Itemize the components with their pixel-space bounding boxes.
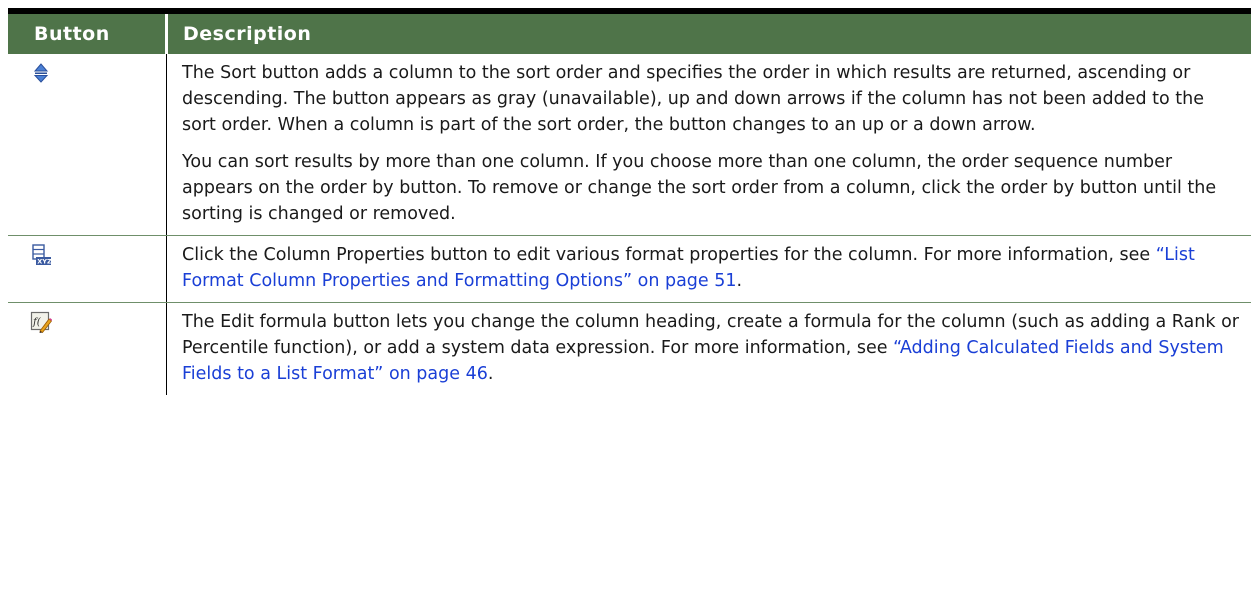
svg-text:f(: f( — [32, 317, 42, 328]
sort-arrows-icon — [33, 63, 49, 83]
table-row-column-properties: XYZ Click the Column Properties button t… — [8, 235, 1251, 303]
button-column-header: Button — [8, 14, 167, 54]
sort-description-paragraph-2: You can sort results by more than one co… — [182, 152, 1217, 224]
description-cell: The Edit formula button lets you change … — [166, 302, 1251, 395]
description-column-header: Description — [165, 14, 1251, 54]
icon-cell: f( — [8, 303, 167, 396]
table-row-sort: The Sort button adds a column to the sor… — [8, 54, 1251, 236]
description-cell: Click the Column Properties button to ed… — [166, 235, 1251, 303]
table-row-edit-formula: f( The Edit formula button lets you chan… — [8, 302, 1251, 396]
column-properties-description: Click the Column Properties button to ed… — [182, 242, 1241, 294]
icon-cell: XYZ — [8, 235, 167, 303]
trailing-period: . — [487, 364, 494, 384]
description-cell: The Sort button adds a column to the sor… — [166, 54, 1251, 236]
button-description-table-wrapper: Button Description The Sort button adds … — [8, 8, 1251, 395]
edit-formula-icon: f( — [30, 311, 52, 333]
edit-formula-description: The Edit formula button lets you change … — [182, 309, 1241, 387]
sort-description-paragraph-1: The Sort button adds a column to the sor… — [182, 63, 1205, 135]
icon-cell — [8, 54, 167, 236]
column-properties-text: Click the Column Properties button to ed… — [182, 245, 1156, 265]
svg-text:XYZ: XYZ — [37, 258, 52, 266]
button-description-table: Button Description The Sort button adds … — [8, 14, 1251, 395]
column-properties-icon: XYZ — [32, 244, 52, 266]
header-row: Button Description — [8, 14, 1251, 54]
trailing-period: . — [736, 271, 743, 291]
